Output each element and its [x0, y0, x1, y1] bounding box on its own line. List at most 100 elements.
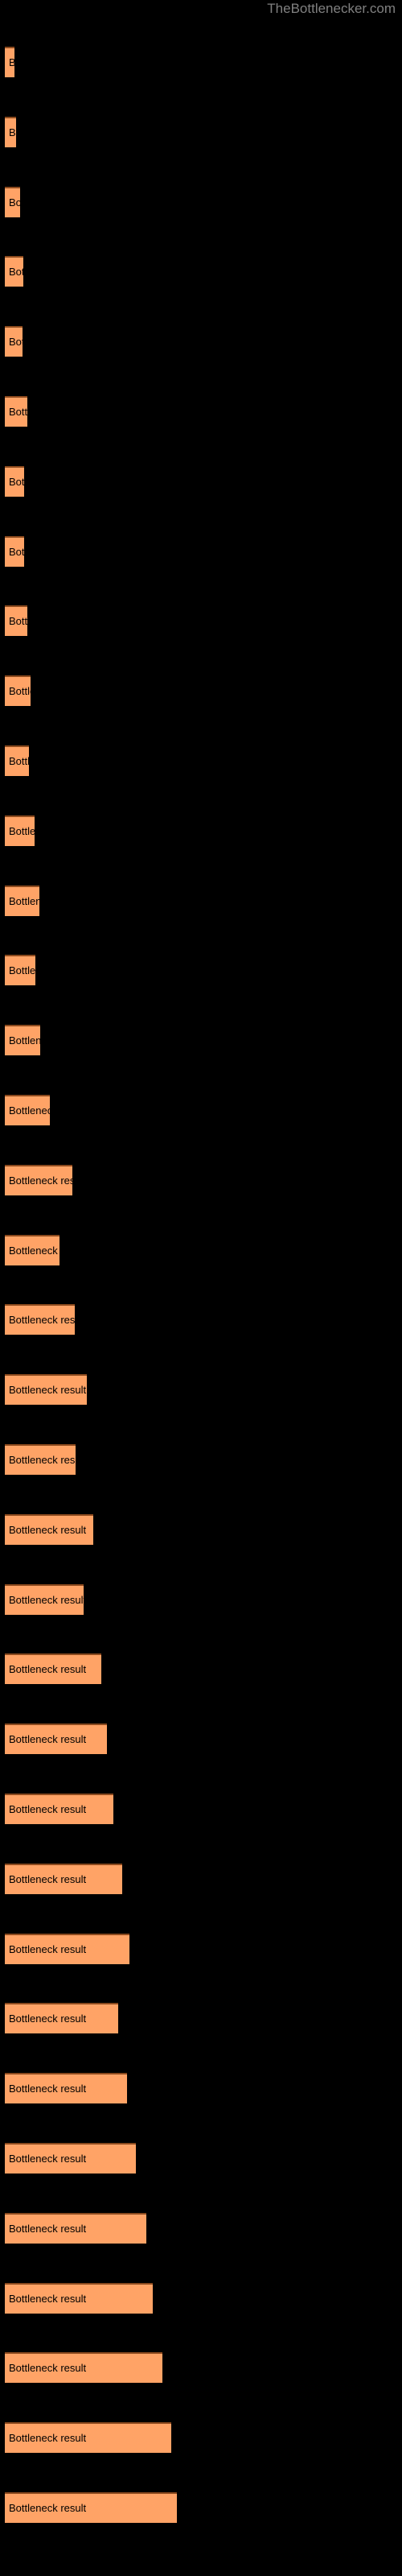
bar[interactable]: Bottleneck result [5, 1164, 72, 1195]
bar[interactable]: Bottleneck result [5, 1444, 76, 1475]
bar-row: Bottleneck result [0, 955, 402, 986]
bar-label: Bottleneck result [9, 57, 14, 68]
bar[interactable]: Bottleneck result [5, 815, 35, 846]
bar-row: Bottleneck result [0, 465, 402, 497]
bar[interactable]: Bottleneck result [5, 2422, 171, 2454]
bar[interactable]: Bottleneck result [5, 1863, 122, 1894]
bar[interactable]: Bottleneck result [5, 396, 27, 427]
bar-row: Bottleneck result [0, 1095, 402, 1125]
bottleneck-bar-chart: TheBottlenecker.com Bottleneck resultBot… [0, 0, 402, 2576]
bar-label: Bottleneck result [9, 1942, 87, 1955]
bar-label: Bottleneck result [9, 1593, 84, 1606]
bar[interactable]: Bottleneck result [5, 2003, 118, 2034]
bar-row: Bottleneck result [0, 2143, 402, 2174]
bar-label: Bottleneck result [9, 2292, 87, 2305]
bar-row: Bottleneck result [0, 1794, 402, 1824]
bar-row: Bottleneck result [0, 2212, 402, 2244]
bar-label: Bottleneck result [9, 1733, 87, 1746]
bar-row: Bottleneck result [0, 1374, 402, 1406]
bar[interactable]: Bottleneck result [5, 326, 23, 357]
bar[interactable]: Bottleneck result [5, 885, 39, 916]
bar-row: Bottleneck result [0, 745, 402, 776]
bar-row: Bottleneck result [0, 396, 402, 427]
bar-row: Bottleneck result [0, 605, 402, 637]
bar-row: Bottleneck result [0, 186, 402, 217]
bar-row: Bottleneck result [0, 1583, 402, 1615]
bar-label: Bottleneck result [9, 406, 27, 418]
bar-label: Bottleneck result [9, 2362, 87, 2375]
bar-row: Bottleneck result [0, 2003, 402, 2034]
bar-row: Bottleneck result [0, 1724, 402, 1755]
bar-row: Bottleneck result [0, 1653, 402, 1685]
bar-label: Bottleneck result [9, 336, 23, 349]
bar-label: Bottleneck result [9, 545, 24, 558]
bar-label: Bottleneck result [9, 1034, 40, 1047]
bar[interactable]: Bottleneck result [5, 2143, 136, 2174]
bar-row: Bottleneck result [0, 2492, 402, 2523]
bar-row: Bottleneck result [0, 675, 402, 707]
bar[interactable]: Bottleneck result [5, 1653, 101, 1685]
bar[interactable]: Bottleneck result [5, 1234, 59, 1265]
bar-row: Bottleneck result [0, 2073, 402, 2104]
bar[interactable]: Bottleneck result [5, 675, 31, 707]
bar[interactable]: Bottleneck result [5, 955, 35, 986]
bar-label: Bottleneck result [9, 1384, 87, 1397]
bar-label: Bottleneck result [9, 266, 23, 279]
bar-row: Bottleneck result [0, 116, 402, 147]
bar-row: Bottleneck result [0, 1025, 402, 1056]
bar[interactable]: Bottleneck result [5, 186, 20, 217]
bar[interactable]: Bottleneck result [5, 1025, 40, 1056]
bar[interactable]: Bottleneck result [5, 1794, 113, 1824]
bar-label: Bottleneck result [9, 755, 29, 767]
bar-label: Bottleneck result [9, 1523, 87, 1536]
bar-label: Bottleneck result [9, 126, 16, 138]
bar-row: Bottleneck result [0, 1933, 402, 1964]
bar[interactable]: Bottleneck result [5, 1724, 107, 1755]
bar[interactable]: Bottleneck result [5, 2073, 127, 2104]
bar-label: Bottleneck result [9, 964, 35, 977]
bar[interactable]: Bottleneck result [5, 465, 24, 497]
bar[interactable]: Bottleneck result [5, 1095, 50, 1125]
bar-label: Bottleneck result [9, 1872, 87, 1885]
bar[interactable]: Bottleneck result [5, 2282, 153, 2314]
bar-label: Bottleneck result [9, 475, 24, 488]
bar[interactable]: Bottleneck result [5, 2212, 146, 2244]
bar-row: Bottleneck result [0, 535, 402, 567]
bar[interactable]: Bottleneck result [5, 1304, 75, 1335]
bar-label: Bottleneck result [9, 1803, 87, 1815]
bar-label: Bottleneck result [9, 1244, 59, 1257]
bar[interactable]: Bottleneck result [5, 1513, 93, 1545]
bar-label: Bottleneck result [9, 2502, 87, 2514]
bar-row: Bottleneck result [0, 326, 402, 357]
bar-label: Bottleneck result [9, 2222, 87, 2235]
bar-row: Bottleneck result [0, 2422, 402, 2454]
bar-label: Bottleneck result [9, 1104, 50, 1117]
bar[interactable]: Bottleneck result [5, 605, 27, 637]
bar-label: Bottleneck result [9, 2432, 87, 2445]
bar-label: Bottleneck result [9, 2153, 87, 2165]
bar[interactable]: Bottleneck result [5, 1933, 129, 1964]
bar-label: Bottleneck result [9, 894, 39, 907]
bar-label: Bottleneck result [9, 824, 35, 837]
bar[interactable]: Bottleneck result [5, 1374, 87, 1406]
bar[interactable]: Bottleneck result [5, 256, 23, 287]
bar-label: Bottleneck result [9, 1174, 72, 1187]
bar[interactable]: Bottleneck result [5, 535, 24, 567]
bar-row: Bottleneck result [0, 1164, 402, 1195]
bar[interactable]: Bottleneck result [5, 2492, 177, 2523]
bar-label: Bottleneck result [9, 615, 27, 628]
bar[interactable]: Bottleneck result [5, 47, 14, 77]
bar[interactable]: Bottleneck result [5, 745, 29, 776]
bar-row: Bottleneck result [0, 256, 402, 287]
bar-row: Bottleneck result [0, 1444, 402, 1475]
bar-label: Bottleneck result [9, 1314, 75, 1327]
bar[interactable]: Bottleneck result [5, 2352, 162, 2384]
bar[interactable]: Bottleneck result [5, 1583, 84, 1615]
bar-label: Bottleneck result [9, 2083, 87, 2095]
bar-row: Bottleneck result [0, 815, 402, 846]
bar-label: Bottleneck result [9, 196, 20, 208]
bar-label: Bottleneck result [9, 2013, 87, 2025]
bar-row: Bottleneck result [0, 885, 402, 916]
bar[interactable]: Bottleneck result [5, 116, 16, 147]
bar-row: Bottleneck result [0, 2282, 402, 2314]
